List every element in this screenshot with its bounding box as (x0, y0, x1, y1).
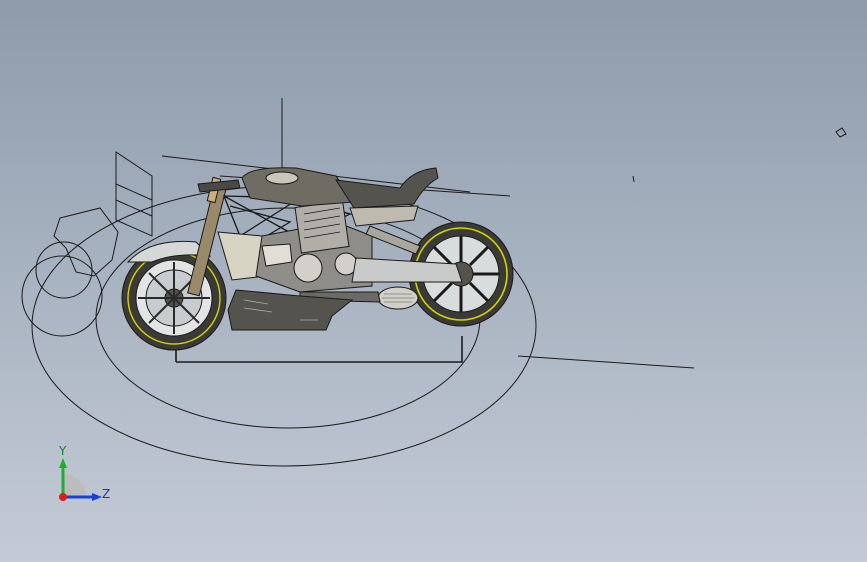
triad-z-arrowhead (92, 493, 102, 501)
stray-tick[interactable] (632, 175, 635, 183)
triad-z-label: Z (102, 487, 110, 501)
motorcycle-model[interactable] (121, 167, 514, 351)
sketch-circle-left-small[interactable] (35, 241, 93, 299)
sketch-circle-left[interactable] (21, 255, 103, 337)
stray-mark-right[interactable] (835, 127, 847, 138)
triad-y-arrowhead (59, 458, 67, 468)
rear-shock[interactable] (365, 225, 421, 255)
construction-line-right[interactable] (517, 355, 695, 369)
triad-quadrant (63, 474, 86, 497)
triad-x-axis (59, 493, 67, 501)
fuel-tank[interactable] (241, 167, 355, 207)
coordinate-triad[interactable]: Y Z (58, 444, 110, 501)
sketch-frame-lines[interactable] (115, 151, 153, 237)
sketch-base-rect[interactable] (175, 336, 463, 363)
graphics-viewport[interactable]: Y Z (0, 0, 867, 562)
model-scene[interactable]: Y Z (0, 0, 867, 562)
triad-y-label: Y (58, 444, 67, 458)
fuel-cap[interactable] (265, 171, 299, 185)
seat-tail[interactable] (335, 167, 439, 209)
subframe[interactable] (349, 205, 419, 227)
